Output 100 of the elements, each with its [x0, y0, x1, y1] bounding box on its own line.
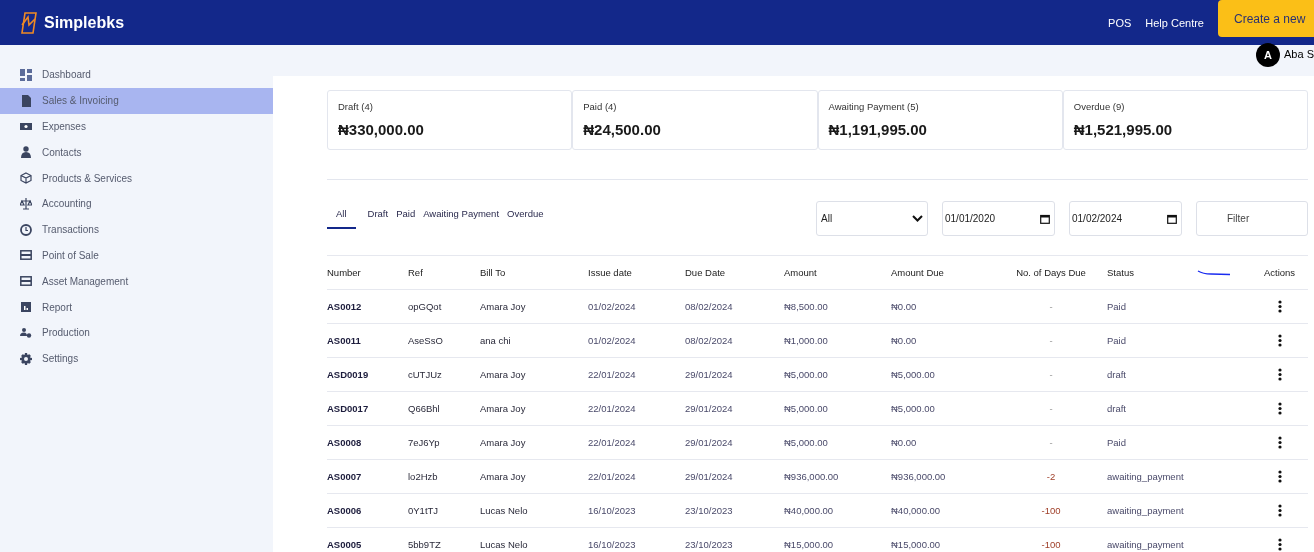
filter-button[interactable]: Filter	[1196, 201, 1308, 236]
more-options-icon[interactable]	[1277, 368, 1282, 381]
reference: AseSsO	[408, 335, 444, 346]
bill-to: Amara Joy	[480, 403, 527, 414]
more-options-icon[interactable]	[1277, 504, 1282, 517]
card-amount: ₦24,500.00	[583, 121, 662, 138]
amount-due: ₦936,000.00	[891, 471, 947, 482]
due-date: 23/10/2023	[685, 505, 734, 516]
bill-to: Lucas Nelo	[480, 505, 529, 516]
bill-to: Amara Joy	[480, 471, 527, 482]
sidebar-item[interactable]: Expenses	[0, 113, 273, 140]
clock-icon	[20, 223, 32, 236]
due-date: 29/01/2024	[685, 437, 734, 448]
more-options-icon[interactable]	[1277, 470, 1282, 483]
bill-to: Amara Joy	[480, 369, 527, 380]
card-label: Draft (4)	[338, 101, 374, 112]
scale-icon	[20, 197, 32, 210]
invoice-number: AS0006	[327, 505, 363, 516]
due-date: 08/02/2024	[685, 335, 734, 346]
sidebar-item[interactable]: Accounting	[0, 191, 273, 217]
create-button[interactable]: Create a new	[1218, 0, 1314, 37]
column-header: Issue date	[588, 267, 632, 278]
reference: 0Y1tTJ	[408, 505, 440, 516]
invoice-number: ASD0019	[327, 369, 370, 380]
amount: ₦5,000.00	[784, 437, 829, 448]
from-date-field[interactable]: 01/01/2020	[942, 201, 1055, 236]
sidebar-item[interactable]: Point of Sale	[0, 242, 273, 269]
reference: 7eJ6Yp	[408, 437, 441, 448]
sidebar-item[interactable]: Production	[0, 319, 273, 346]
chevron-icon	[912, 215, 923, 222]
sidebar-item[interactable]: Report	[0, 294, 273, 320]
sidebar-item[interactable]: Transactions	[0, 216, 273, 243]
amount: ₦936,000.00	[784, 471, 840, 482]
card-amount: ₦330,000.00	[338, 121, 425, 138]
days-due: -2	[1045, 471, 1057, 482]
days-due: -	[1048, 437, 1054, 448]
more-options-icon[interactable]	[1277, 538, 1282, 551]
issue-date: 16/10/2023	[588, 539, 637, 550]
status-tab[interactable]: Draft	[363, 208, 393, 229]
amount: ₦1,000.00	[784, 335, 829, 346]
sidebar-item[interactable]: Sales & Invoicing	[0, 87, 273, 114]
dashboard-icon	[20, 68, 32, 81]
issue-date: 16/10/2023	[588, 505, 637, 516]
cube-icon	[20, 172, 32, 185]
more-options-icon[interactable]	[1277, 436, 1282, 449]
settings-icon	[20, 352, 32, 365]
logo-icon	[18, 10, 40, 35]
calendar-icon	[1167, 213, 1177, 224]
document-icon	[20, 94, 32, 107]
due-date: 08/02/2024	[685, 301, 734, 312]
invoice-number: ASD0017	[327, 403, 370, 414]
days-due: -	[1048, 335, 1054, 346]
more-options-icon[interactable]	[1277, 300, 1282, 313]
days-due: -	[1048, 301, 1054, 312]
amount-due: ₦40,000.00	[891, 505, 942, 516]
due-date: 23/10/2023	[685, 539, 734, 550]
status-tab[interactable]: Awaiting Payment	[419, 208, 504, 229]
amount: ₦8,500.00	[784, 301, 829, 312]
sidebar-item[interactable]: Dashboard	[0, 62, 273, 88]
status: awaiting_payment	[1107, 505, 1185, 516]
nav-link[interactable]: Help Centre	[1145, 16, 1204, 29]
reference: cUTJUz	[408, 369, 443, 380]
card-label: Overdue (9)	[1073, 101, 1126, 112]
nav-link[interactable]: POS	[1108, 16, 1132, 29]
person-icon	[20, 146, 32, 159]
amount-due: ₦5,000.00	[891, 369, 936, 380]
invoice-number: AS0005	[327, 539, 363, 550]
sidebar-item[interactable]: Settings	[0, 345, 273, 372]
bill-to: ana chi	[480, 335, 512, 346]
column-header: Due Date	[685, 267, 726, 278]
status-tab[interactable]: Paid	[392, 208, 420, 229]
amount-due: ₦5,000.00	[891, 403, 936, 414]
to-date-field[interactable]: 01/02/2024	[1069, 201, 1182, 236]
amount-due: ₦0.00	[891, 335, 918, 346]
status-tab[interactable]: All	[327, 208, 356, 229]
invoice-number: AS0008	[327, 437, 363, 448]
more-options-icon[interactable]	[1277, 402, 1282, 415]
reference: 5bb9TZ	[408, 539, 442, 550]
column-header: Number	[327, 267, 361, 278]
sidebar-item[interactable]: Asset Management	[0, 268, 273, 295]
more-options-icon[interactable]	[1277, 334, 1282, 347]
issue-date: 22/01/2024	[588, 403, 637, 414]
status: Paid	[1107, 437, 1127, 448]
sidebar-item[interactable]: Contacts	[0, 139, 273, 166]
status-tab[interactable]: Overdue	[503, 208, 548, 229]
issue-date: 22/01/2024	[588, 437, 637, 448]
user-avatar[interactable]: A	[1256, 43, 1281, 67]
column-header: Status	[1107, 267, 1134, 278]
card-label: Paid (4)	[583, 101, 618, 112]
user-name: Aba S	[1284, 48, 1314, 60]
days-due: -100	[1040, 505, 1062, 516]
sidebar-item[interactable]: Products & Services	[0, 165, 273, 191]
calendar-icon	[1040, 213, 1050, 224]
due-date: 29/01/2024	[685, 369, 734, 380]
days-due: -100	[1040, 539, 1062, 550]
status-select[interactable]: All	[816, 201, 928, 236]
amount-due: ₦0.00	[891, 301, 918, 312]
amount: ₦40,000.00	[784, 505, 835, 516]
bill-to: Amara Joy	[480, 437, 527, 448]
brand-name: Simplebks	[44, 13, 125, 32]
